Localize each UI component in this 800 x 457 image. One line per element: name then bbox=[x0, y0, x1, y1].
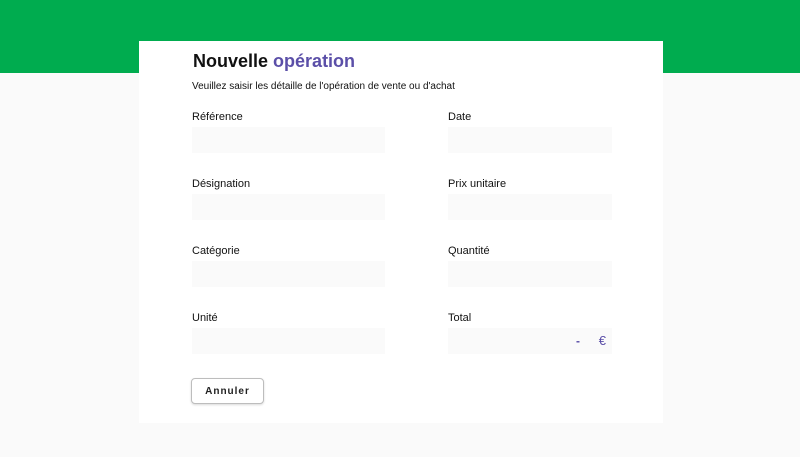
designation-input[interactable] bbox=[192, 194, 385, 220]
designation-label: Désignation bbox=[192, 178, 251, 190]
date-label: Date bbox=[448, 111, 472, 123]
category-input[interactable] bbox=[192, 261, 385, 287]
cancel-button[interactable]: Annuler bbox=[191, 378, 264, 404]
total-label: Total bbox=[448, 312, 472, 324]
reference-input[interactable] bbox=[192, 127, 385, 153]
quantity-label: Quantité bbox=[448, 245, 490, 257]
reference-label: Référence bbox=[192, 111, 243, 123]
title-main: Nouvelle bbox=[193, 51, 269, 71]
euro-icon: € bbox=[598, 333, 606, 348]
page-title: Nouvelle opération bbox=[193, 51, 355, 72]
page-subtitle: Veuillez saisir les détaille de l'opérat… bbox=[192, 81, 455, 92]
title-accent: opération bbox=[273, 51, 356, 71]
unit-input[interactable] bbox=[192, 328, 385, 354]
unit-price-label: Prix unitaire bbox=[448, 178, 507, 190]
quantity-input[interactable] bbox=[448, 261, 612, 287]
unit-price-input[interactable] bbox=[448, 194, 612, 220]
category-label: Catégorie bbox=[192, 245, 240, 257]
date-input[interactable] bbox=[448, 127, 612, 153]
total-value: - bbox=[576, 334, 580, 348]
total-field: - € bbox=[448, 328, 612, 354]
operation-form-card: Nouvelle opération Veuillez saisir les d… bbox=[139, 41, 663, 423]
unit-label: Unité bbox=[192, 312, 218, 324]
